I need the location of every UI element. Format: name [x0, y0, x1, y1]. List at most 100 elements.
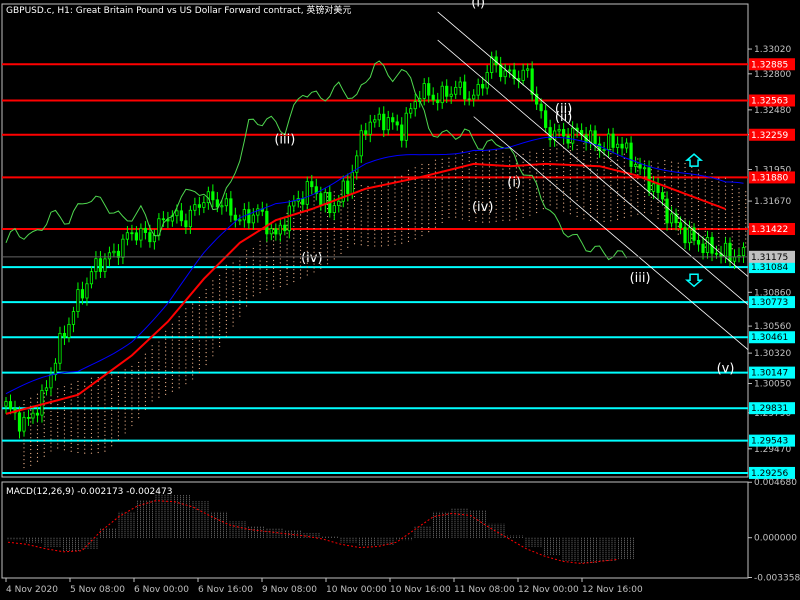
- cloud-dot: [704, 211, 706, 213]
- cloud-dot: [643, 195, 646, 198]
- cloud-dot: [360, 244, 362, 246]
- cloud-dot: [347, 219, 349, 221]
- cloud-dot: [97, 408, 99, 410]
- cloud-dot: [293, 257, 295, 259]
- cloud-dot: [394, 239, 396, 241]
- cloud-dot: [441, 178, 443, 180]
- cloud-dot: [117, 419, 120, 421]
- cloud-dot: [90, 409, 93, 411]
- cloud-dot: [97, 428, 99, 430]
- cloud-dot: [306, 246, 308, 248]
- cloud-dot: [691, 233, 693, 235]
- cloud-dot: [650, 161, 652, 163]
- cloud-dot: [272, 259, 275, 262]
- cloud-dot: [212, 311, 214, 314]
- cloud-dot: [131, 393, 133, 395]
- cloud-dot: [347, 246, 349, 248]
- cloud-dot: [475, 220, 477, 223]
- cloud-dot: [724, 217, 727, 219]
- cloud-dot: [347, 230, 349, 233]
- cloud-dot: [138, 365, 140, 367]
- cloud-dot: [509, 215, 511, 217]
- cloud-dot: [252, 279, 254, 281]
- cloud-dot: [165, 370, 167, 372]
- cloud-dot: [138, 417, 140, 419]
- cloud-dot: [111, 389, 113, 392]
- cloud-dot: [90, 377, 93, 379]
- cloud-dot: [387, 197, 389, 199]
- cloud-dot: [185, 308, 187, 310]
- cloud-dot: [198, 336, 200, 338]
- cloud-dot: [239, 303, 241, 305]
- cloud-dot: [266, 284, 268, 286]
- chart-canvas[interactable]: 1.330201.328001.324801.322601.319501.316…: [0, 0, 800, 600]
- cloud-dot: [414, 234, 416, 236]
- cloud-dot: [272, 283, 275, 285]
- channel-mid-line[interactable]: [437, 39, 749, 305]
- cloud-dot: [84, 424, 86, 427]
- macd-panel[interactable]: 4 Nov 2020 5 Nov 08:00 6 Nov 00:00 6 Nov 16…: [1, 478, 800, 595]
- cloud-dot: [455, 181, 457, 183]
- cloud-dot: [131, 409, 133, 411]
- candle-body: [508, 69, 512, 72]
- cloud-dot: [232, 286, 234, 288]
- cloud-dot: [455, 157, 457, 159]
- candle-body: [337, 200, 341, 207]
- support-level-label: 1.29543: [751, 437, 788, 447]
- cloud-dot: [724, 228, 727, 231]
- cloud-dot: [670, 200, 673, 203]
- cloud-dot: [212, 300, 214, 302]
- cloud-dot: [374, 190, 376, 192]
- cloud-dot: [104, 418, 106, 421]
- cloud-dot: [576, 211, 578, 214]
- cloud-dot: [563, 186, 565, 188]
- cloud-dot: [610, 192, 612, 194]
- cloud-dot: [171, 367, 173, 369]
- cloud-dot: [455, 212, 457, 214]
- cloud-dot: [731, 200, 733, 203]
- cloud-dot: [509, 199, 511, 201]
- cloud-dot: [30, 401, 32, 403]
- cloud-dot: [225, 288, 227, 290]
- cloud-dot: [144, 381, 147, 383]
- cloud-dot: [616, 167, 619, 169]
- cloud-dot: [643, 160, 646, 162]
- candle-body: [233, 214, 237, 221]
- candle-body: [197, 204, 201, 208]
- cloud-dot: [57, 411, 59, 414]
- cloud-dot: [70, 391, 72, 393]
- candles[interactable]: [4, 50, 746, 439]
- cloud-dot: [488, 193, 491, 196]
- cloud-dot: [407, 232, 410, 235]
- cloud-dot: [171, 343, 173, 345]
- cloud-dot: [111, 433, 113, 435]
- price-panel[interactable]: 1.330201.328001.324801.322601.319501.316…: [1, 0, 795, 479]
- chart-window[interactable]: 1.330201.328001.324801.322601.319501.316…: [0, 0, 800, 600]
- cloud-dot: [117, 399, 120, 401]
- cloud-dot: [616, 179, 619, 181]
- channel-upper-line[interactable]: [437, 11, 749, 277]
- cloud-dot: [353, 239, 356, 241]
- cloud-dot: [718, 217, 720, 219]
- cloud-dot: [90, 381, 93, 383]
- cloud-dot: [401, 222, 403, 225]
- cloud-dot: [63, 445, 66, 447]
- cloud-dot: [178, 351, 180, 353]
- cloud-dot: [509, 203, 511, 205]
- cloud-dot: [286, 240, 288, 242]
- cloud-dot: [353, 199, 356, 201]
- cloud-dot: [691, 170, 693, 172]
- cloud-dot: [414, 214, 416, 216]
- cloud-dot: [488, 174, 491, 176]
- cloud-dot: [738, 223, 740, 225]
- cloud-dot: [57, 419, 59, 421]
- cloud-dot: [664, 215, 666, 217]
- cloud-dot: [239, 295, 241, 298]
- cloud-dot: [205, 328, 207, 330]
- candle-body: [683, 227, 687, 244]
- cloud-dot: [313, 231, 315, 234]
- cloud-dot: [731, 192, 733, 195]
- cloud-dot: [97, 424, 99, 426]
- cloud-dot: [576, 176, 578, 178]
- cloud-dot: [670, 228, 673, 230]
